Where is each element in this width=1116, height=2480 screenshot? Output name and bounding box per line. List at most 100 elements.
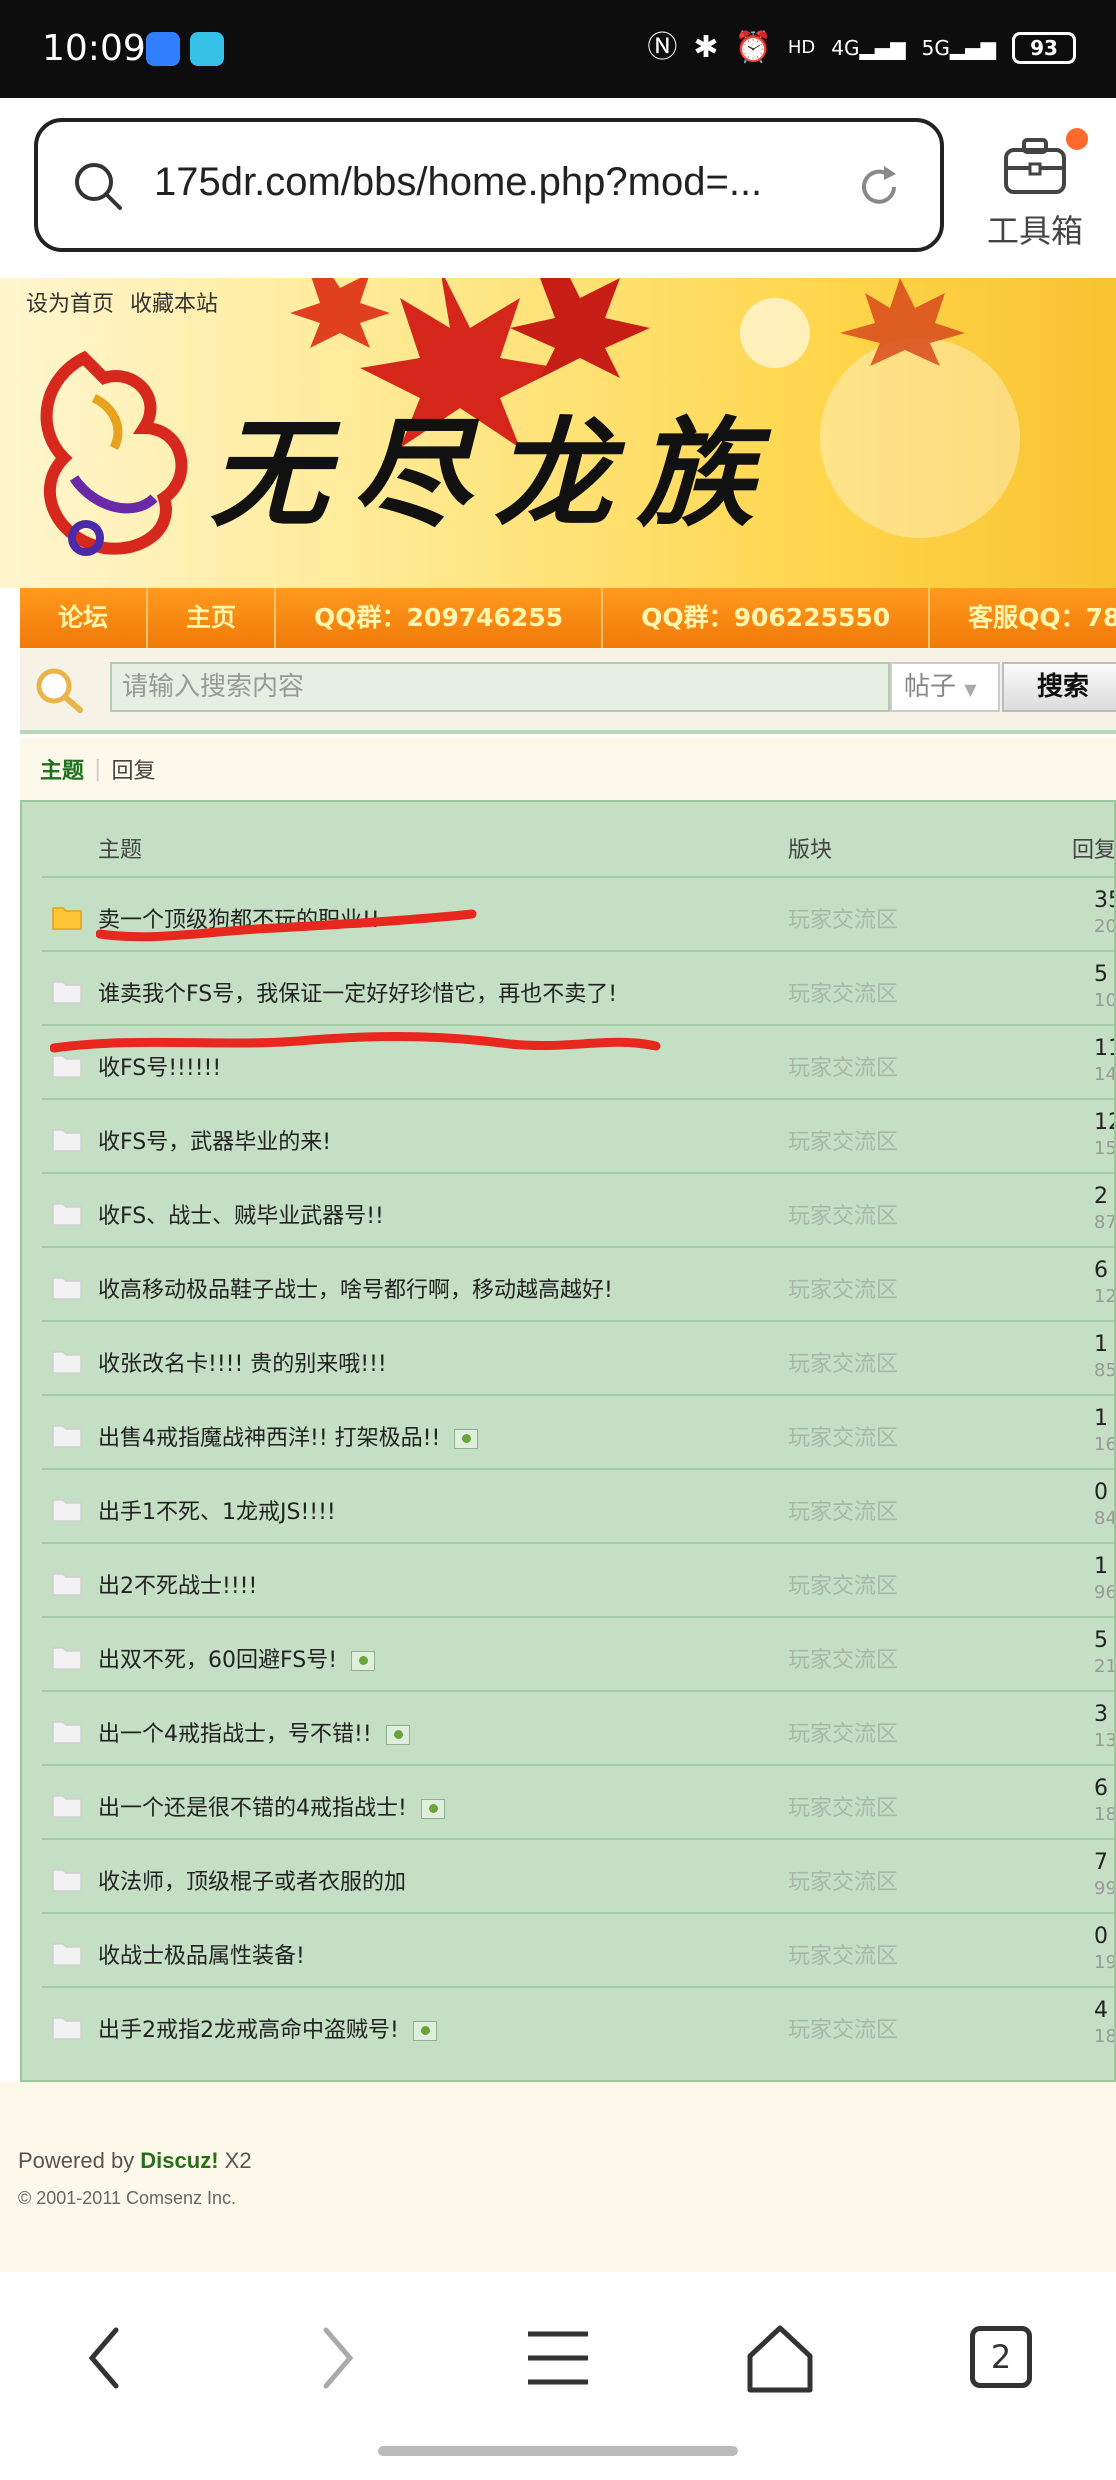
thread-views: 854 xyxy=(1094,1360,1116,1381)
thread-title[interactable]: 出手1不死、1龙戒JS!!!! xyxy=(98,1494,336,1526)
toolbox-button[interactable]: 工具箱 xyxy=(980,128,1090,250)
thread-title[interactable]: 谁卖我个FS号，我保证一定好好珍惜它，再也不卖了! xyxy=(98,976,617,1008)
thread-title-text[interactable]: 收高移动极品鞋子战士，啥号都行啊，移动越高越好! xyxy=(98,1278,613,1303)
thread-forum[interactable]: 玩家交流区 xyxy=(788,1716,898,1748)
table-row[interactable]: 收张改名卡!!!! 贵的别来哦!!! 玩家交流区 1 854 xyxy=(42,1320,1116,1394)
thread-title[interactable]: 收高移动极品鞋子战士，啥号都行啊，移动越高越好! xyxy=(98,1272,613,1304)
thread-title[interactable]: 出一个还是很不错的4戒指战士! xyxy=(98,1790,445,1822)
thread-title[interactable]: 收FS、战士、贼毕业武器号!! xyxy=(98,1198,384,1230)
thread-title-text[interactable]: 收FS、战士、贼毕业武器号!! xyxy=(98,1204,384,1229)
thread-title-text[interactable]: 出2不死战士!!!! xyxy=(98,1574,257,1599)
thread-title-text[interactable]: 出手2戒指2龙戒高命中盗贼号! xyxy=(98,2018,399,2043)
banner-top-links: 设为首页 收藏本站 xyxy=(26,286,218,318)
thread-replies: 4 xyxy=(1094,1998,1108,2023)
thread-title[interactable]: 收FS号!!!!!! xyxy=(98,1050,221,1082)
thread-title[interactable]: 收战士极品属性装备! xyxy=(98,1938,305,1970)
forward-icon[interactable] xyxy=(296,2318,376,2398)
thread-title-text[interactable]: 出一个4戒指战士，号不错!! xyxy=(98,1722,372,1747)
thread-title[interactable]: 收法师，顶级棍子或者衣服的加 xyxy=(98,1864,406,1896)
thread-forum[interactable]: 玩家交流区 xyxy=(788,2012,898,2044)
tab-replies[interactable]: 回复 xyxy=(111,753,155,785)
table-row[interactable]: 出2不死战士!!!! 玩家交流区 1 969 xyxy=(42,1542,1114,1616)
thread-title-text[interactable]: 出手1不死、1龙戒JS!!!! xyxy=(98,1500,336,1525)
table-row[interactable]: 谁卖我个FS号，我保证一定好好珍惜它，再也不卖了! 玩家交流区 5 1012 xyxy=(42,950,1114,1024)
header-subject: 主题 xyxy=(98,838,143,863)
thread-title-text[interactable]: 出双不死，60回避FS号! xyxy=(98,1648,337,1673)
thread-table: 主题 版块 回复 卖一个顶级狗都不玩的职业!!玩家交流区352056谁卖我个FS… xyxy=(20,800,1116,2082)
browser-bottom-nav: 2 xyxy=(0,2272,1116,2480)
bluetooth-icon: ✱ xyxy=(693,30,719,65)
thread-forum[interactable]: 玩家交流区 xyxy=(788,1420,898,1452)
thread-forum[interactable]: 玩家交流区 xyxy=(788,1124,898,1156)
nav-service-qq[interactable]: 客服QQ：78989 xyxy=(930,588,1116,648)
table-row[interactable]: 收法师，顶级棍子或者衣服的加 玩家交流区 7 994 xyxy=(42,1838,1114,1912)
thread-title[interactable]: 出2不死战士!!!! xyxy=(98,1568,257,1600)
thread-title-text[interactable]: 收战士极品属性装备! xyxy=(98,1944,305,1969)
back-icon[interactable] xyxy=(70,2318,150,2398)
thread-forum[interactable]: 玩家交流区 xyxy=(788,1198,898,1230)
thread-forum[interactable]: 玩家交流区 xyxy=(788,1272,898,1304)
thread-forum[interactable]: 玩家交流区 xyxy=(788,1938,898,1970)
thread-title-text[interactable]: 收FS号!!!!!! xyxy=(98,1056,221,1081)
discuz-link[interactable]: Discuz! xyxy=(140,2148,218,2173)
thread-title-text[interactable]: 卖一个顶级狗都不玩的职业!! xyxy=(98,908,380,933)
home-icon[interactable] xyxy=(740,2318,820,2398)
thread-title-text[interactable]: 出售4戒指魔战神西洋!! 打架极品!! xyxy=(98,1426,440,1451)
thread-title-text[interactable]: 谁卖我个FS号，我保证一定好好珍惜它，再也不卖了! xyxy=(98,982,617,1007)
thread-title[interactable]: 出手2戒指2龙戒高命中盗贼号! xyxy=(98,2012,437,2044)
search-magnifier-icon xyxy=(36,668,83,713)
bookmark-link[interactable]: 收藏本站 xyxy=(130,286,218,318)
table-row[interactable]: 出手2戒指2龙戒高命中盗贼号! 玩家交流区 4 1858 xyxy=(42,1986,1114,2060)
thread-title[interactable]: 卖一个顶级狗都不玩的职业!! xyxy=(98,902,380,934)
thread-title-text[interactable]: 收法师，顶级棍子或者衣服的加 xyxy=(98,1870,406,1895)
nav-home[interactable]: 主页 xyxy=(148,588,277,648)
thread-title-text[interactable]: 收FS号，武器毕业的来! xyxy=(98,1130,331,1155)
table-row[interactable]: 收战士极品属性装备! 玩家交流区 0 1938 xyxy=(42,1912,1114,1986)
thread-forum[interactable]: 玩家交流区 xyxy=(788,1568,898,1600)
thread-forum[interactable]: 玩家交流区 xyxy=(788,1494,898,1526)
table-row[interactable]: 出售4戒指魔战神西洋!! 打架极品!! 玩家交流区 1 1642 xyxy=(42,1394,1114,1468)
nav-qq-group-1[interactable]: QQ群：209746255 xyxy=(276,588,604,648)
address-bar[interactable]: 175dr.com/bbs/home.php?mod=... xyxy=(34,118,944,252)
thread-title[interactable]: 出双不死，60回避FS号! xyxy=(98,1642,376,1674)
search-button[interactable]: 搜索 xyxy=(1002,662,1116,712)
thread-title[interactable]: 收FS号，武器毕业的来! xyxy=(98,1124,331,1156)
tab-topics[interactable]: 主题 xyxy=(40,753,84,785)
tabs-button[interactable]: 2 xyxy=(962,2318,1042,2398)
thread-title[interactable]: 出一个4戒指战士，号不错!! xyxy=(98,1716,410,1748)
thread-title-text[interactable]: 出一个还是很不错的4戒指战士! xyxy=(98,1796,407,1821)
table-row[interactable]: 出一个还是很不错的4戒指战士! 玩家交流区 6 1853 xyxy=(42,1764,1114,1838)
nav-forum[interactable]: 论坛 xyxy=(20,588,149,648)
thread-replies: 0 xyxy=(1094,1480,1108,1505)
url-text[interactable]: 175dr.com/bbs/home.php?mod=... xyxy=(154,160,762,205)
thread-forum[interactable]: 玩家交流区 xyxy=(788,902,898,934)
image-attachment-icon xyxy=(454,1429,479,1449)
thread-forum[interactable]: 玩家交流区 xyxy=(788,1642,898,1674)
table-row[interactable]: 收FS号!!!!!! 玩家交流区 11 1493 xyxy=(42,1024,1116,1098)
thread-forum[interactable]: 玩家交流区 xyxy=(788,1864,898,1896)
thread-title[interactable]: 收张改名卡!!!! 贵的别来哦!!! xyxy=(98,1346,387,1378)
search-type-select[interactable]: 帖子 ▼ xyxy=(890,662,1000,712)
nav-qq-group-2[interactable]: QQ群：906225550 xyxy=(603,588,931,648)
thread-replies: 3 xyxy=(1094,1702,1108,1727)
gesture-bar xyxy=(378,2446,738,2456)
table-row[interactable]: 出一个4戒指战士，号不错!! 玩家交流区 3 1302 xyxy=(42,1690,1114,1764)
thread-title[interactable]: 出售4戒指魔战神西洋!! 打架极品!! xyxy=(98,1420,479,1452)
table-row[interactable]: 出双不死，60回避FS号! 玩家交流区 5 2104 xyxy=(42,1616,1114,1690)
thread-forum[interactable]: 玩家交流区 xyxy=(788,1050,898,1082)
thread-forum[interactable]: 玩家交流区 xyxy=(788,1346,898,1378)
reload-icon[interactable] xyxy=(854,162,904,212)
thread-forum[interactable]: 玩家交流区 xyxy=(788,1790,898,1822)
thread-views: 1493 xyxy=(1094,1064,1116,1085)
table-row[interactable]: 收高移动极品鞋子战士，啥号都行啊，移动越高越好! 玩家交流区 6 1221 xyxy=(42,1246,1114,1320)
search-input[interactable]: 请输入搜索内容 xyxy=(110,662,890,712)
thread-views: 1522 xyxy=(1094,1138,1116,1159)
thread-forum[interactable]: 玩家交流区 xyxy=(788,976,898,1008)
menu-icon[interactable] xyxy=(518,2318,598,2398)
table-row[interactable]: 卖一个顶级狗都不玩的职业!! 玩家交流区 35 2056 xyxy=(42,876,1114,950)
table-row[interactable]: 收FS、战士、贼毕业武器号!! 玩家交流区 2 877 xyxy=(42,1172,1114,1246)
table-row[interactable]: 出手1不死、1龙戒JS!!!! 玩家交流区 0 846 xyxy=(42,1468,1114,1542)
set-homepage-link[interactable]: 设为首页 xyxy=(26,286,114,318)
table-row[interactable]: 收FS号，武器毕业的来! 玩家交流区 12 1522 xyxy=(42,1098,1116,1172)
thread-title-text[interactable]: 收张改名卡!!!! 贵的别来哦!!! xyxy=(98,1352,387,1377)
